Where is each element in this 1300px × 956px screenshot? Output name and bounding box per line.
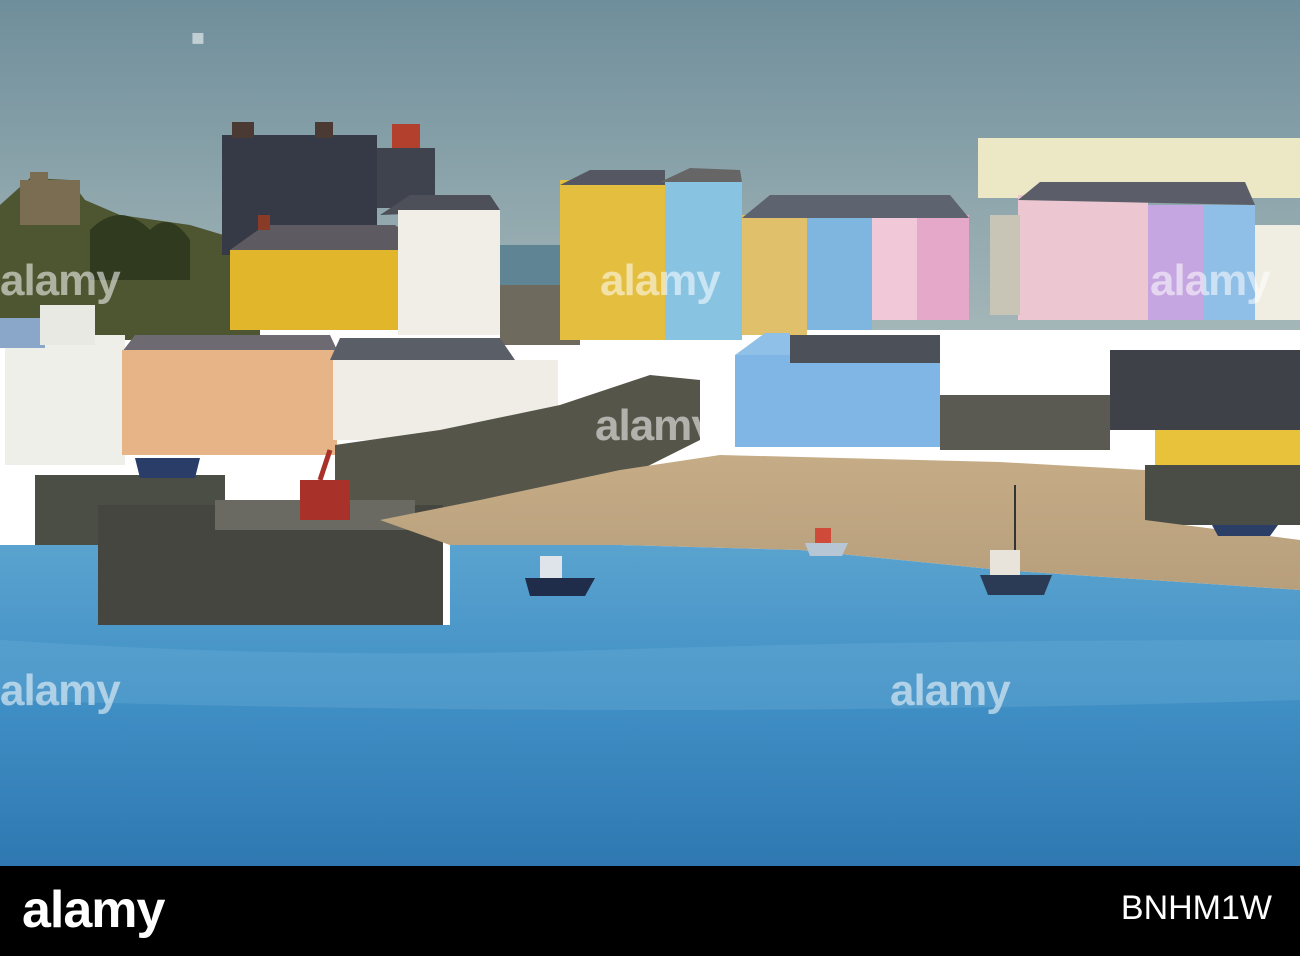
harbour-photo: ▪ alamy alamy alamy alamy alamy alamy (0, 0, 1300, 866)
castle-ruin (20, 180, 80, 225)
watermark-4: alamy (595, 401, 716, 450)
harbour-scene: ▪ alamy alamy alamy alamy alamy alamy (0, 0, 1300, 866)
watermark-3: alamy (1150, 256, 1271, 305)
peach-building (122, 335, 338, 455)
water-reflection (0, 640, 1300, 710)
watermark-2: alamy (600, 256, 721, 305)
white-townhouse (380, 195, 500, 335)
svg-text:▪: ▪ (190, 13, 205, 62)
watermark-5: alamy (0, 666, 121, 715)
watermark-1: alamy (0, 256, 121, 305)
blue-boathouse (735, 333, 940, 447)
image-id: BNHM1W (1120, 889, 1272, 927)
alamy-logo: alamy (22, 881, 165, 939)
footer-bar: alamy BNHM1W (0, 866, 1300, 956)
watermark-6: alamy (890, 666, 1011, 715)
